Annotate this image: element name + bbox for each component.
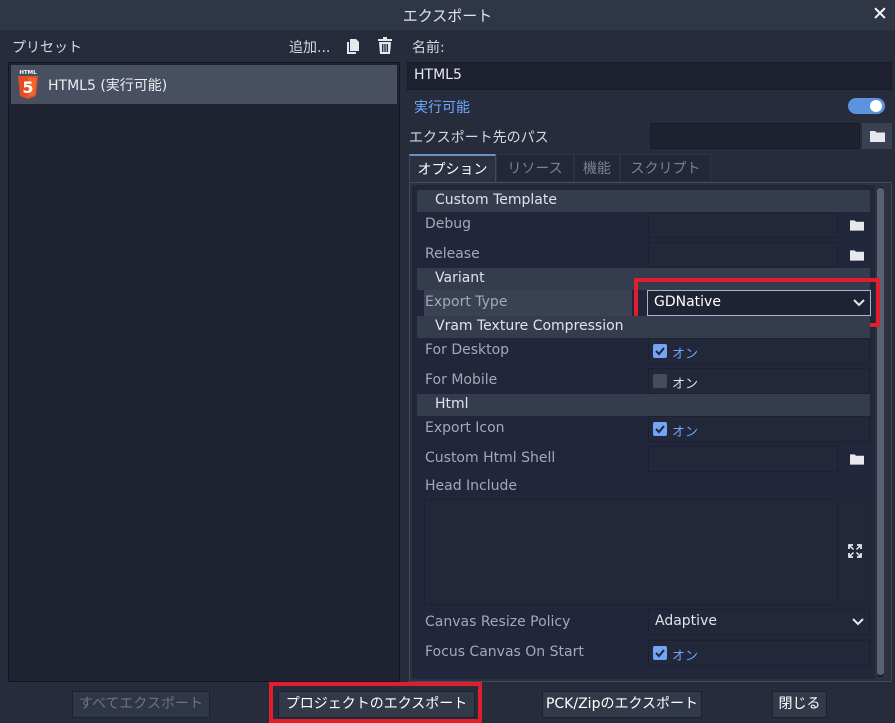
export-path-label: エクスポート先のパス bbox=[409, 130, 549, 146]
export-icon-value: オン bbox=[672, 425, 699, 440]
check-icon bbox=[655, 425, 665, 434]
dialog-title: エクスポート bbox=[402, 7, 493, 25]
section-html-label: Html bbox=[435, 396, 469, 412]
tab-options[interactable]: オプション bbox=[409, 154, 496, 182]
debug-template-field[interactable] bbox=[648, 212, 838, 238]
release-template-field[interactable] bbox=[648, 242, 838, 268]
release-label: Release bbox=[425, 246, 480, 262]
for-desktop-checkbox[interactable] bbox=[653, 344, 667, 358]
for-desktop-value: オン bbox=[672, 347, 699, 362]
close-button[interactable]: 閉じる bbox=[772, 691, 827, 718]
section-custom-template-label: Custom Template bbox=[435, 192, 557, 208]
check-icon bbox=[655, 347, 665, 356]
head-include-label: Head Include bbox=[425, 478, 518, 494]
section-vram-label: Vram Texture Compression bbox=[435, 318, 624, 334]
for-mobile-label: For Mobile bbox=[425, 372, 498, 388]
export-path-browse-button[interactable] bbox=[862, 123, 892, 149]
duplicate-icon[interactable] bbox=[345, 37, 361, 55]
svg-text:5: 5 bbox=[22, 78, 33, 97]
preset-label: プリセット bbox=[12, 40, 82, 56]
release-browse-button[interactable] bbox=[842, 242, 870, 268]
chevron-down-icon bbox=[852, 618, 864, 626]
export-type-label: Export Type bbox=[425, 294, 508, 310]
for-mobile-value: オン bbox=[672, 377, 699, 392]
for-desktop-label: For Desktop bbox=[425, 342, 510, 358]
export-icon-label: Export Icon bbox=[425, 420, 505, 436]
export-path-input[interactable] bbox=[650, 123, 860, 149]
debug-label: Debug bbox=[425, 216, 472, 232]
export-icon-checkbox[interactable] bbox=[653, 422, 667, 436]
focus-canvas-value: オン bbox=[672, 649, 699, 664]
close-icon[interactable]: ✕ bbox=[869, 2, 891, 26]
canvas-resize-select[interactable]: Adaptive bbox=[648, 609, 870, 635]
folder-icon bbox=[870, 131, 885, 142]
section-variant-label: Variant bbox=[435, 270, 485, 286]
for-mobile-checkbox[interactable] bbox=[653, 374, 667, 388]
preset-list[interactable] bbox=[8, 62, 400, 682]
export-pck-zip-button[interactable]: PCK/Zipのエクスポート bbox=[542, 691, 702, 718]
custom-html-shell-label: Custom Html Shell bbox=[425, 450, 556, 466]
debug-browse-button[interactable] bbox=[842, 212, 870, 238]
canvas-resize-label: Canvas Resize Policy bbox=[425, 614, 571, 630]
custom-html-shell-field[interactable] bbox=[648, 446, 838, 472]
folder-icon bbox=[850, 250, 864, 261]
expand-textarea-button[interactable] bbox=[840, 499, 870, 605]
focus-canvas-checkbox[interactable] bbox=[653, 646, 667, 660]
folder-icon bbox=[850, 220, 864, 231]
focus-canvas-label: Focus Canvas On Start bbox=[425, 644, 584, 660]
tab-resources[interactable]: リソース bbox=[496, 154, 574, 182]
expand-icon bbox=[848, 544, 862, 558]
tab-script[interactable]: スクリプト bbox=[620, 154, 711, 182]
canvas-resize-value: Adaptive bbox=[655, 613, 717, 629]
svg-text:HTML: HTML bbox=[19, 70, 37, 76]
preset-item-label: HTML5 (実行可能) bbox=[48, 78, 168, 94]
check-icon bbox=[655, 649, 665, 658]
name-input[interactable]: HTML5 bbox=[407, 62, 892, 90]
html5-icon: HTML 5 bbox=[18, 70, 38, 99]
export-project-red-highlight bbox=[269, 682, 482, 723]
runnable-label: 実行可能 bbox=[414, 100, 470, 116]
head-include-textarea[interactable] bbox=[424, 499, 838, 605]
custom-html-shell-browse-button[interactable] bbox=[842, 446, 870, 472]
add-preset-button[interactable]: 追加... bbox=[289, 37, 330, 57]
folder-icon bbox=[850, 454, 864, 465]
export-all-button[interactable]: すべてエクスポート bbox=[72, 691, 210, 718]
toggle-knob bbox=[870, 100, 882, 112]
section-html[interactable] bbox=[417, 394, 870, 416]
delete-icon[interactable] bbox=[376, 37, 394, 55]
scrollbar-thumb[interactable] bbox=[877, 188, 884, 675]
name-label: 名前: bbox=[412, 40, 445, 56]
tab-features[interactable]: 機能 bbox=[574, 154, 620, 182]
